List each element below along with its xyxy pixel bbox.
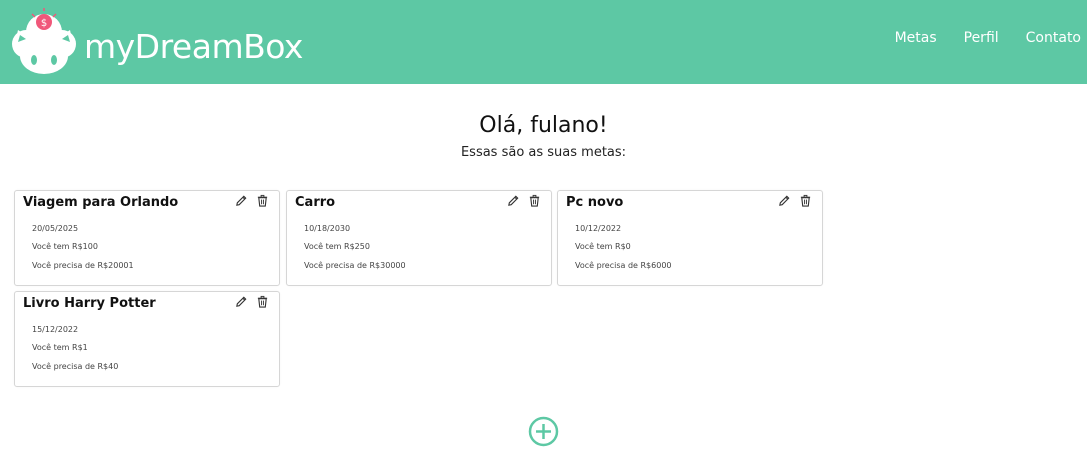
goal-title: Viagem para Orlando	[23, 195, 179, 210]
greeting: Olá, fulano!	[479, 113, 608, 138]
piggy-logo-icon[interactable]: $	[6, 8, 81, 76]
goal-need: Você precisa de R$20001	[32, 261, 134, 270]
trash-icon[interactable]	[799, 194, 812, 207]
goal-need: Você precisa de R$40	[32, 362, 119, 371]
nav-contato[interactable]: Contato	[1026, 30, 1081, 46]
header: $ myDreamBox Metas Perfil Contato	[0, 0, 1087, 84]
trash-icon[interactable]	[528, 194, 541, 207]
goal-have: Você tem R$100	[32, 242, 98, 251]
goal-date: 20/05/2025	[32, 224, 79, 233]
goal-need: Você precisa de R$30000	[304, 261, 406, 270]
trash-icon[interactable]	[256, 194, 269, 207]
plus-circle-icon[interactable]	[528, 416, 559, 447]
nav-perfil[interactable]: Perfil	[964, 30, 999, 46]
subtitle: Essas são as suas metas:	[460, 145, 627, 160]
pencil-icon[interactable]	[778, 194, 791, 207]
goal-have: Você tem R$1	[32, 343, 88, 352]
goal-date: 15/12/2022	[32, 325, 79, 334]
goal-date: 10/12/2022	[575, 224, 622, 233]
goal-card: Viagem para Orlando 20/05/2025 Você tem …	[14, 190, 280, 286]
pencil-icon[interactable]	[507, 194, 520, 207]
pencil-icon[interactable]	[235, 295, 248, 308]
goal-title: Pc novo	[566, 195, 624, 210]
goal-need: Você precisa de R$6000	[575, 261, 672, 270]
goal-have: Você tem R$0	[575, 242, 631, 251]
goal-have: Você tem R$250	[304, 242, 370, 251]
goal-date: 10/18/2030	[304, 224, 351, 233]
goal-card: Livro Harry Potter 15/12/2022 Você tem R…	[14, 291, 280, 387]
goal-title: Livro Harry Potter	[23, 296, 156, 311]
svg-text:$: $	[41, 18, 47, 29]
brand-title[interactable]: myDreamBox	[84, 27, 303, 66]
pencil-icon[interactable]	[235, 194, 248, 207]
goal-card: Carro 10/18/2030 Você tem R$250 Você pre…	[286, 190, 552, 286]
goal-title: Carro	[295, 195, 336, 210]
main-nav: Metas Perfil Contato	[895, 30, 1081, 46]
trash-icon[interactable]	[256, 295, 269, 308]
nav-metas[interactable]: Metas	[895, 30, 937, 46]
goal-card: Pc novo 10/12/2022 Você tem R$0 Você pre…	[557, 190, 823, 286]
